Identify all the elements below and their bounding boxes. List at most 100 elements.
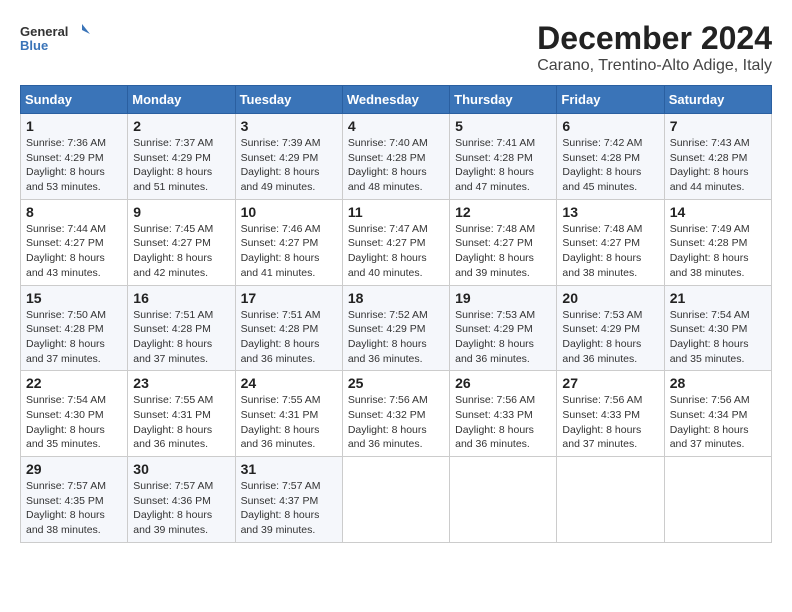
day-number: 21 (670, 290, 766, 306)
calendar-cell: 4 Sunrise: 7:40 AM Sunset: 4:28 PM Daylig… (342, 114, 449, 200)
weekday-header-monday: Monday (128, 86, 235, 114)
day-number: 5 (455, 118, 551, 134)
day-info: Sunrise: 7:57 AM Sunset: 4:36 PM Dayligh… (133, 479, 229, 538)
calendar-cell: 17 Sunrise: 7:51 AM Sunset: 4:28 PM Dayli… (235, 285, 342, 371)
calendar-cell: 5 Sunrise: 7:41 AM Sunset: 4:28 PM Daylig… (450, 114, 557, 200)
calendar-cell: 29 Sunrise: 7:57 AM Sunset: 4:35 PM Dayli… (21, 457, 128, 543)
calendar-cell: 9Sunrise: 7:45 AM Sunset: 4:27 PM Daylig… (128, 199, 235, 285)
day-info: Sunrise: 7:43 AM Sunset: 4:28 PM Dayligh… (670, 136, 766, 195)
weekday-header-tuesday: Tuesday (235, 86, 342, 114)
day-info: Sunrise: 7:49 AM Sunset: 4:28 PM Dayligh… (670, 222, 766, 281)
calendar-cell: 20 Sunrise: 7:53 AM Sunset: 4:29 PM Dayli… (557, 285, 664, 371)
calendar-cell (342, 457, 449, 543)
day-info: Sunrise: 7:54 AM Sunset: 4:30 PM Dayligh… (26, 393, 122, 452)
day-info: Sunrise: 7:39 AM Sunset: 4:29 PM Dayligh… (241, 136, 337, 195)
day-info: Sunrise: 7:41 AM Sunset: 4:28 PM Dayligh… (455, 136, 551, 195)
calendar-cell: 22 Sunrise: 7:54 AM Sunset: 4:30 PM Dayli… (21, 371, 128, 457)
day-number: 13 (562, 204, 658, 220)
day-number: 28 (670, 375, 766, 391)
day-number: 23 (133, 375, 229, 391)
calendar-cell: 24 Sunrise: 7:55 AM Sunset: 4:31 PM Dayli… (235, 371, 342, 457)
day-info: Sunrise: 7:53 AM Sunset: 4:29 PM Dayligh… (455, 308, 551, 367)
day-info: Sunrise: 7:54 AM Sunset: 4:30 PM Dayligh… (670, 308, 766, 367)
day-info: Sunrise: 7:37 AM Sunset: 4:29 PM Dayligh… (133, 136, 229, 195)
calendar-cell: 15Sunrise: 7:50 AM Sunset: 4:28 PM Dayli… (21, 285, 128, 371)
day-info: Sunrise: 7:56 AM Sunset: 4:32 PM Dayligh… (348, 393, 444, 452)
day-info: Sunrise: 7:56 AM Sunset: 4:33 PM Dayligh… (562, 393, 658, 452)
location-title: Carano, Trentino-Alto Adige, Italy (537, 57, 772, 75)
weekday-header-sunday: Sunday (21, 86, 128, 114)
calendar-cell: 26 Sunrise: 7:56 AM Sunset: 4:33 PM Dayli… (450, 371, 557, 457)
calendar-cell: 28 Sunrise: 7:56 AM Sunset: 4:34 PM Dayli… (664, 371, 771, 457)
day-number: 25 (348, 375, 444, 391)
day-number: 31 (241, 461, 337, 477)
calendar-cell: 2 Sunrise: 7:37 AM Sunset: 4:29 PM Daylig… (128, 114, 235, 200)
day-info: Sunrise: 7:55 AM Sunset: 4:31 PM Dayligh… (241, 393, 337, 452)
calendar-cell: 16 Sunrise: 7:51 AM Sunset: 4:28 PM Dayli… (128, 285, 235, 371)
calendar-cell: 21 Sunrise: 7:54 AM Sunset: 4:30 PM Dayli… (664, 285, 771, 371)
day-number: 27 (562, 375, 658, 391)
calendar-cell (557, 457, 664, 543)
day-info: Sunrise: 7:48 AM Sunset: 4:27 PM Dayligh… (562, 222, 658, 281)
title-area: December 2024 Carano, Trentino-Alto Adig… (537, 20, 772, 75)
day-info: Sunrise: 7:46 AM Sunset: 4:27 PM Dayligh… (241, 222, 337, 281)
day-info: Sunrise: 7:52 AM Sunset: 4:29 PM Dayligh… (348, 308, 444, 367)
calendar-cell: 18 Sunrise: 7:52 AM Sunset: 4:29 PM Dayli… (342, 285, 449, 371)
day-number: 19 (455, 290, 551, 306)
day-info: Sunrise: 7:44 AM Sunset: 4:27 PM Dayligh… (26, 222, 122, 281)
day-number: 20 (562, 290, 658, 306)
svg-text:General: General (20, 24, 68, 39)
day-number: 26 (455, 375, 551, 391)
day-info: Sunrise: 7:57 AM Sunset: 4:35 PM Dayligh… (26, 479, 122, 538)
day-number: 4 (348, 118, 444, 134)
weekday-header-saturday: Saturday (664, 86, 771, 114)
logo: General Blue (20, 20, 90, 60)
day-number: 18 (348, 290, 444, 306)
day-number: 24 (241, 375, 337, 391)
calendar-cell: 31 Sunrise: 7:57 AM Sunset: 4:37 PM Dayli… (235, 457, 342, 543)
weekday-header-wednesday: Wednesday (342, 86, 449, 114)
day-number: 15 (26, 290, 122, 306)
calendar-cell: 19 Sunrise: 7:53 AM Sunset: 4:29 PM Dayli… (450, 285, 557, 371)
day-info: Sunrise: 7:42 AM Sunset: 4:28 PM Dayligh… (562, 136, 658, 195)
day-number: 22 (26, 375, 122, 391)
day-info: Sunrise: 7:51 AM Sunset: 4:28 PM Dayligh… (241, 308, 337, 367)
calendar-cell: 10 Sunrise: 7:46 AM Sunset: 4:27 PM Dayli… (235, 199, 342, 285)
weekday-header-friday: Friday (557, 86, 664, 114)
day-info: Sunrise: 7:45 AM Sunset: 4:27 PM Dayligh… (133, 222, 229, 281)
day-number: 16 (133, 290, 229, 306)
calendar-cell: 7 Sunrise: 7:43 AM Sunset: 4:28 PM Daylig… (664, 114, 771, 200)
calendar-cell: 30 Sunrise: 7:57 AM Sunset: 4:36 PM Dayli… (128, 457, 235, 543)
day-number: 7 (670, 118, 766, 134)
calendar-cell (450, 457, 557, 543)
day-info: Sunrise: 7:55 AM Sunset: 4:31 PM Dayligh… (133, 393, 229, 452)
day-number: 17 (241, 290, 337, 306)
calendar-cell: 8 Sunrise: 7:44 AM Sunset: 4:27 PM Daylig… (21, 199, 128, 285)
calendar-cell: 11Sunrise: 7:47 AM Sunset: 4:27 PM Dayli… (342, 199, 449, 285)
day-info: Sunrise: 7:57 AM Sunset: 4:37 PM Dayligh… (241, 479, 337, 538)
day-info: Sunrise: 7:51 AM Sunset: 4:28 PM Dayligh… (133, 308, 229, 367)
header: General Blue December 2024 Carano, Trent… (20, 20, 772, 75)
day-number: 10 (241, 204, 337, 220)
calendar-cell: 12Sunrise: 7:48 AM Sunset: 4:27 PM Dayli… (450, 199, 557, 285)
calendar-cell: 6Sunrise: 7:42 AM Sunset: 4:28 PM Daylig… (557, 114, 664, 200)
day-number: 8 (26, 204, 122, 220)
day-info: Sunrise: 7:56 AM Sunset: 4:34 PM Dayligh… (670, 393, 766, 452)
day-info: Sunrise: 7:48 AM Sunset: 4:27 PM Dayligh… (455, 222, 551, 281)
weekday-header-thursday: Thursday (450, 86, 557, 114)
day-info: Sunrise: 7:56 AM Sunset: 4:33 PM Dayligh… (455, 393, 551, 452)
day-info: Sunrise: 7:47 AM Sunset: 4:27 PM Dayligh… (348, 222, 444, 281)
calendar-cell: 3Sunrise: 7:39 AM Sunset: 4:29 PM Daylig… (235, 114, 342, 200)
day-number: 1 (26, 118, 122, 134)
day-number: 30 (133, 461, 229, 477)
calendar-cell: 13 Sunrise: 7:48 AM Sunset: 4:27 PM Dayli… (557, 199, 664, 285)
day-info: Sunrise: 7:53 AM Sunset: 4:29 PM Dayligh… (562, 308, 658, 367)
calendar-cell: 25 Sunrise: 7:56 AM Sunset: 4:32 PM Dayli… (342, 371, 449, 457)
calendar-cell: 1 Sunrise: 7:36 AM Sunset: 4:29 PM Daylig… (21, 114, 128, 200)
day-info: Sunrise: 7:40 AM Sunset: 4:28 PM Dayligh… (348, 136, 444, 195)
day-number: 14 (670, 204, 766, 220)
day-info: Sunrise: 7:36 AM Sunset: 4:29 PM Dayligh… (26, 136, 122, 195)
day-number: 2 (133, 118, 229, 134)
calendar-cell: 23 Sunrise: 7:55 AM Sunset: 4:31 PM Dayli… (128, 371, 235, 457)
day-number: 29 (26, 461, 122, 477)
